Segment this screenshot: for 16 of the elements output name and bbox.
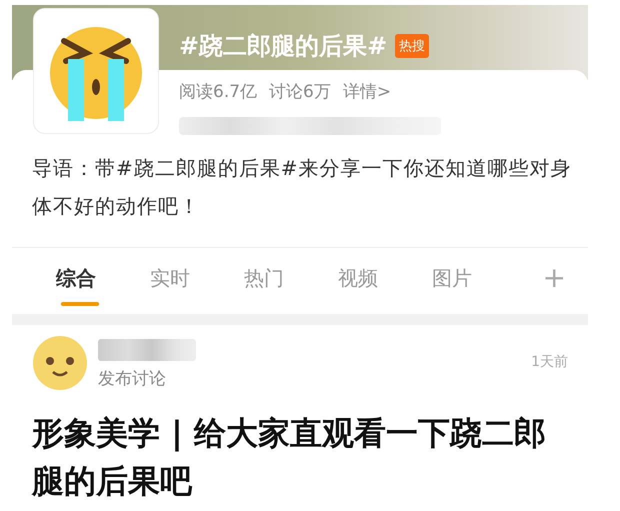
topic-title: #跷二郎腿的后果# — [179, 31, 388, 62]
tab[interactable]: 综合 — [38, 256, 132, 306]
stat-text: 阅读6.7亿 — [179, 81, 258, 103]
hot-search-badge: 热搜 — [395, 34, 430, 58]
post-title: 形象美学 | 给大家直观看一下跷二郎腿的后果吧 — [32, 413, 547, 502]
tab[interactable]: 实时 — [132, 256, 226, 306]
post-action-label: 发布讨论 — [98, 368, 167, 390]
post-time: 1天前 — [531, 353, 568, 371]
tab[interactable]: 视频 — [320, 256, 414, 306]
tab[interactable]: 热门 — [226, 256, 320, 306]
smiling-face-avatar — [32, 335, 88, 391]
tab[interactable]: 图片 — [414, 256, 508, 306]
stat-text: 讨论6万 — [269, 81, 331, 103]
details-link[interactable]: 详情> — [342, 80, 392, 103]
add-tab-button[interactable]: + — [542, 260, 566, 294]
intro-text: 导语：带#跷二郎腿的后果#来分享一下你还知道哪些对身体不好的动作吧！ — [32, 155, 572, 220]
